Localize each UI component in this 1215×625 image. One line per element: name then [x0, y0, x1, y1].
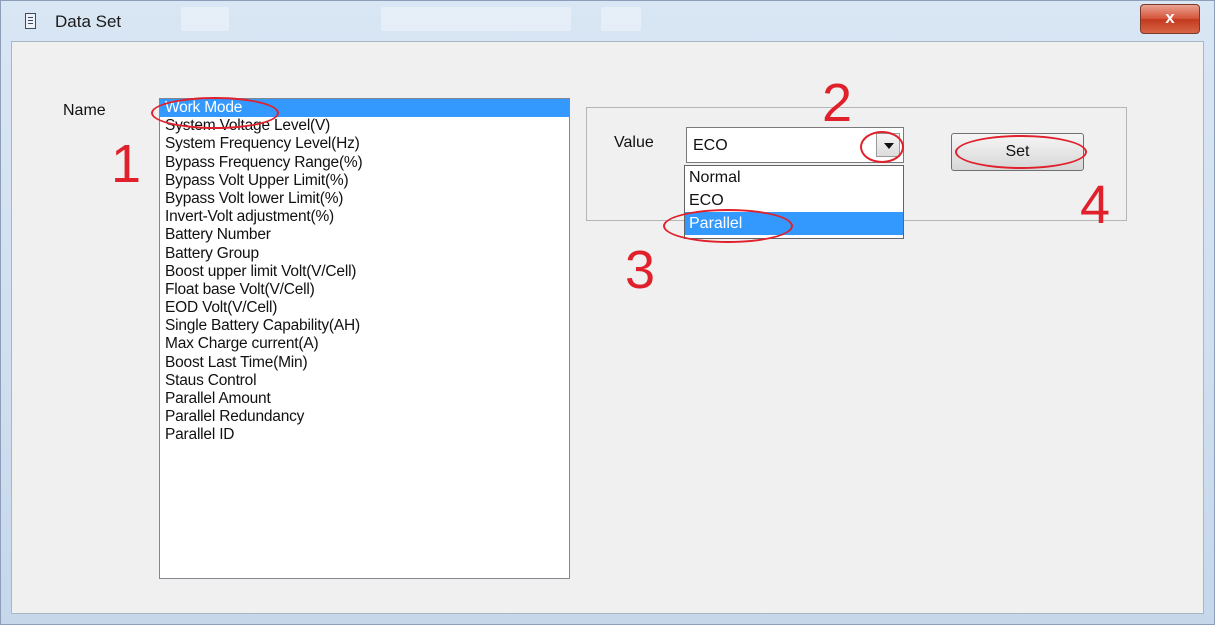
- list-item[interactable]: Parallel ID: [160, 426, 569, 444]
- name-label: Name: [63, 102, 106, 119]
- annotation-ring-work-mode: [151, 97, 279, 129]
- list-item[interactable]: Bypass Frequency Range(%): [160, 154, 569, 172]
- annotation-step-1: 1: [111, 134, 142, 194]
- annotation-step-3: 3: [625, 240, 656, 300]
- list-item[interactable]: Staus Control: [160, 372, 569, 390]
- list-item[interactable]: Parallel Redundancy: [160, 408, 569, 426]
- annotation-step-4: 4: [1080, 175, 1111, 235]
- list-item[interactable]: EOD Volt(V/Cell): [160, 299, 569, 317]
- parameter-listbox[interactable]: Work Mode System Voltage Level(V) System F…: [159, 98, 570, 579]
- window-title: Data Set: [55, 12, 122, 31]
- list-item[interactable]: Invert-Volt adjustment(%): [160, 208, 569, 226]
- list-item[interactable]: Single Battery Capability(AH): [160, 317, 569, 335]
- list-item[interactable]: Boost Last Time(Min): [160, 354, 569, 372]
- list-item[interactable]: Battery Number: [160, 226, 569, 244]
- close-button[interactable]: x: [1140, 4, 1200, 34]
- background-blur: [381, 7, 571, 31]
- combo-current-value: ECO: [693, 137, 728, 154]
- value-label: Value: [614, 134, 654, 151]
- background-blur: [181, 7, 229, 31]
- annotation-ring-parallel: [663, 209, 793, 243]
- list-item[interactable]: System Frequency Level(Hz): [160, 135, 569, 153]
- dropdown-option-normal[interactable]: Normal: [685, 166, 903, 189]
- list-item[interactable]: Float base Volt(V/Cell): [160, 281, 569, 299]
- annotation-step-2: 2: [822, 73, 853, 133]
- annotation-ring-arrow: [860, 131, 904, 163]
- app-icon: [25, 13, 36, 29]
- list-item[interactable]: Max Charge current(A): [160, 335, 569, 353]
- background-blur: [601, 7, 641, 31]
- annotation-ring-set: [955, 135, 1087, 169]
- list-item[interactable]: Battery Group: [160, 245, 569, 263]
- title-bar[interactable]: Data Set x: [1, 1, 1214, 41]
- list-item[interactable]: Parallel Amount: [160, 390, 569, 408]
- list-item[interactable]: Bypass Volt lower Limit(%): [160, 190, 569, 208]
- close-icon: x: [1165, 8, 1175, 27]
- list-item[interactable]: Boost upper limit Volt(V/Cell): [160, 263, 569, 281]
- list-item[interactable]: Bypass Volt Upper Limit(%): [160, 172, 569, 190]
